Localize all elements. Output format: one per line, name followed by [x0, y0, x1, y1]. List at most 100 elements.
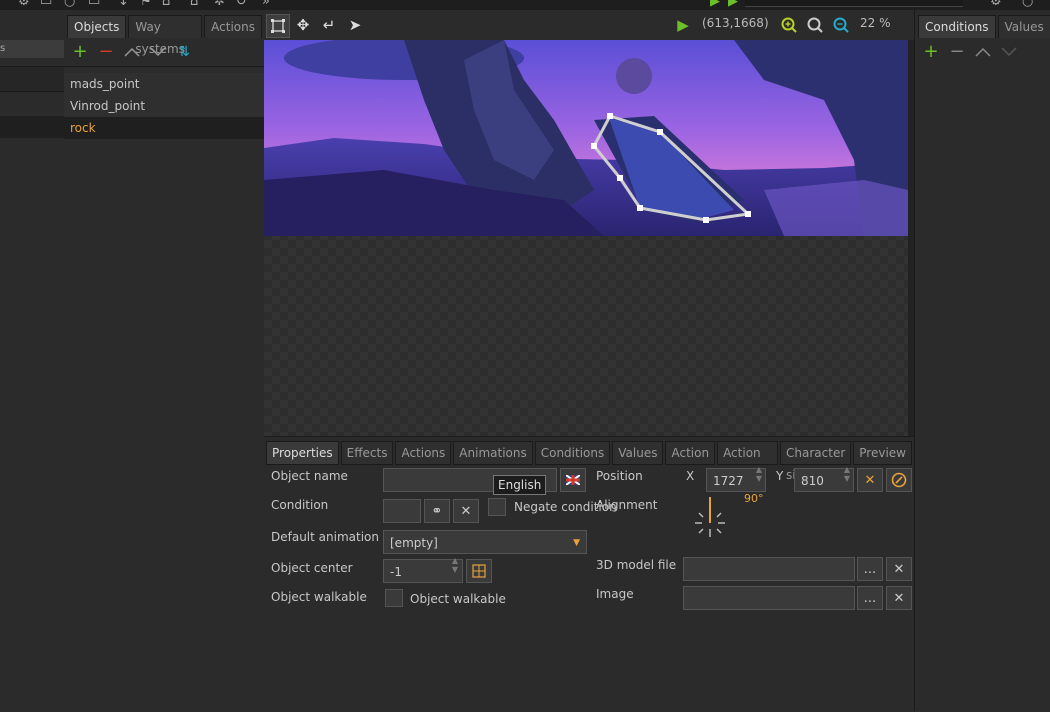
toolbar-icon[interactable]: ✲	[214, 0, 225, 9]
object-center-stepper[interactable]: -1 ▲ ▼	[383, 556, 463, 583]
x-position-value: 1727	[713, 474, 744, 488]
zoom-reset-icon[interactable]	[804, 14, 826, 36]
condition-field[interactable]	[383, 499, 421, 523]
canvas-toolbar: ✥ ↵ ➤ ▶ (613,1668) 22 %	[264, 10, 914, 40]
scene-image	[264, 40, 908, 236]
left-sidebar-row[interactable]	[0, 66, 64, 92]
conditions-tabs: Conditions Values	[915, 10, 1050, 38]
return-tool-icon[interactable]: ↵	[318, 14, 340, 36]
zoom-level: 22 %	[860, 16, 891, 30]
object-center-value: -1	[390, 565, 402, 579]
alignment-dial-icon[interactable]	[690, 495, 730, 543]
select-tool-icon[interactable]	[266, 14, 290, 38]
x-position-field[interactable]: 1727 ▲ ▼	[706, 465, 766, 492]
stepper-arrows-icon[interactable]: ▲ ▼	[452, 556, 458, 574]
tab-properties[interactable]: Properties	[266, 441, 339, 465]
y-label: Y	[776, 469, 784, 483]
browse-model-button[interactable]: ...	[857, 557, 883, 581]
properties-panel: Properties Effects Actions Animations Co…	[264, 436, 914, 712]
tab-action[interactable]: Action	[665, 441, 716, 465]
list-item[interactable]: Vinrod_point	[64, 95, 264, 117]
y-position-value: 810	[801, 474, 824, 488]
list-item-selected[interactable]: rock	[64, 117, 264, 139]
toolbar-icon[interactable]: ○	[64, 0, 75, 9]
move-up-icon[interactable]	[973, 42, 993, 62]
conditions-toolbar: + −	[915, 38, 1050, 66]
image-field[interactable]	[683, 586, 855, 610]
move-down-icon[interactable]	[999, 42, 1019, 62]
chevron-down-icon: ▼	[573, 538, 580, 548]
properties-tabs: Properties Effects Actions Animations Co…	[266, 441, 914, 482]
language-tooltip: English	[493, 475, 547, 495]
tab-preview[interactable]: Preview	[853, 441, 912, 465]
toolbar-icon[interactable]: »	[262, 0, 270, 9]
toolbar-icon[interactable]: ↓	[118, 0, 129, 9]
left-sidebar: s	[0, 10, 65, 711]
left-sidebar-row-selected[interactable]	[0, 116, 64, 138]
zoom-out-icon[interactable]	[830, 14, 852, 36]
model-file-field[interactable]	[683, 557, 855, 581]
clear-image-icon[interactable]: ✕	[886, 586, 912, 610]
stepper-arrows-icon[interactable]: ▲ ▼	[756, 465, 762, 483]
negate-checkbox[interactable]	[488, 498, 506, 516]
add-icon[interactable]: +	[70, 42, 90, 62]
object-walkable-checkbox[interactable]	[385, 589, 403, 607]
objects-list: mads_point Vinrod_point rock	[64, 73, 264, 139]
tab-actions[interactable]: Actions	[204, 15, 262, 38]
model-file-label: 3D model file	[596, 558, 677, 572]
clear-icon[interactable]: ✕	[453, 499, 479, 523]
move-up-icon[interactable]	[122, 42, 142, 62]
objects-panel: Objects Way systems Actions + − ⇅ mads_p…	[64, 10, 265, 711]
default-animation-select[interactable]: [empty] ▼	[383, 530, 587, 554]
toolbar-icon[interactable]: ▶	[728, 0, 738, 9]
tab-animations[interactable]: Animations	[453, 441, 533, 465]
object-walkable-check-label: Object walkable	[410, 592, 506, 606]
top-search-input[interactable]	[745, 0, 963, 7]
add-icon[interactable]: +	[921, 42, 941, 62]
clear-model-icon[interactable]: ✕	[886, 557, 912, 581]
tab-way-systems[interactable]: Way systems	[128, 15, 203, 56]
remove-icon[interactable]: −	[947, 42, 967, 62]
toolbar-icon[interactable]: ⌂	[162, 0, 170, 9]
default-animation-label: Default animation	[271, 530, 379, 544]
tab-conditions[interactable]: Conditions	[534, 441, 611, 465]
coords-readout: (613,1668)	[702, 16, 769, 30]
tab-objects[interactable]: Objects	[67, 15, 127, 38]
move-tool-icon[interactable]: ✥	[292, 14, 314, 36]
toolbar-icon[interactable]: ⚑	[140, 0, 152, 9]
angle-value: 90°	[744, 492, 764, 505]
y-position-field[interactable]: 810 ▲ ▼	[794, 465, 854, 492]
tab-values[interactable]: Values	[997, 15, 1050, 38]
toolbar-icon[interactable]: ↺	[236, 0, 247, 9]
toolbar-icon[interactable]: ▭	[40, 0, 52, 9]
zoom-in-icon[interactable]	[778, 14, 800, 36]
tab-actions[interactable]: Actions	[395, 441, 452, 465]
toolbar-icon[interactable]: ⚙	[990, 0, 1002, 9]
objects-tabs: Objects Way systems Actions	[64, 10, 264, 56]
tab-conditions[interactable]: Conditions	[918, 15, 996, 38]
toolbar-icon[interactable]: ○	[1022, 0, 1033, 9]
tab-effects[interactable]: Effects	[340, 441, 394, 465]
default-animation-value: [empty]	[390, 536, 438, 550]
compass-icon[interactable]	[886, 468, 912, 492]
tab-character-size[interactable]: Character size	[780, 441, 852, 482]
sort-icon[interactable]: ⇅	[174, 42, 194, 62]
browse-image-button[interactable]: ...	[857, 586, 883, 610]
move-down-icon[interactable]	[148, 42, 168, 62]
play-icon[interactable]: ▶	[672, 14, 694, 36]
toolbar-icon[interactable]: ⚙	[18, 0, 30, 9]
language-flag-icon[interactable]	[560, 468, 586, 492]
link-icon[interactable]: ⚭	[424, 499, 450, 523]
list-item[interactable]: mads_point	[64, 73, 264, 95]
left-sidebar-row[interactable]: s	[0, 40, 64, 58]
tab-action-areas[interactable]: Action areas	[717, 441, 779, 482]
pointer-tool-icon[interactable]: ➤	[344, 14, 366, 36]
center-picker-icon[interactable]	[466, 559, 492, 583]
stepper-arrows-icon[interactable]: ▲ ▼	[844, 465, 850, 483]
remove-icon[interactable]: −	[96, 42, 116, 62]
toolbar-icon[interactable]: ▶	[710, 0, 720, 9]
reset-position-icon[interactable]: ✕	[857, 468, 883, 492]
tab-values[interactable]: Values	[612, 441, 664, 465]
toolbar-icon[interactable]: ▭	[88, 0, 100, 9]
toolbar-icon[interactable]: ⌂	[190, 0, 198, 9]
